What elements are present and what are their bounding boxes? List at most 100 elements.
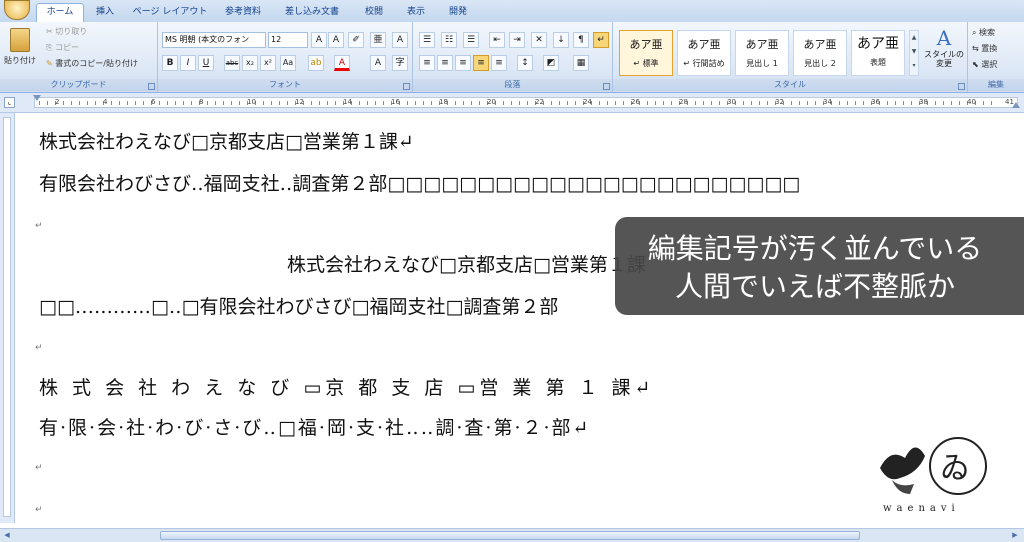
tab-home[interactable]: ホーム [36, 3, 84, 22]
char-border-icon[interactable]: A [392, 32, 408, 48]
paste-icon[interactable] [10, 28, 30, 52]
char-shading-icon[interactable]: A [370, 55, 386, 71]
editing-group: ⌕ 検索 ⇆ 置換 ⬉ 選択 編集 [968, 22, 1024, 92]
sort-icon[interactable]: ↓ [553, 32, 569, 48]
ruler-tick [167, 101, 168, 105]
asian-layout-icon[interactable]: ✕ [531, 32, 547, 48]
italic-icon[interactable]: I [180, 55, 196, 71]
select-button[interactable]: ⬉ 選択 [972, 58, 997, 71]
increase-indent-icon[interactable]: ⇥ [509, 32, 525, 48]
show-marks-active-icon[interactable]: ↵ [593, 32, 609, 48]
copy-button[interactable]: ⎘ コピー [46, 41, 79, 54]
shading-icon[interactable]: ◩ [543, 55, 559, 71]
decrease-indent-icon[interactable]: ⇤ [489, 32, 505, 48]
strikethrough-icon[interactable]: abc [224, 55, 240, 71]
tab-references[interactable]: 参考資料 [218, 4, 268, 22]
bullets-icon[interactable]: ☰ [419, 32, 435, 48]
doc-line-3[interactable]: ↵ [35, 221, 43, 231]
phonetic-guide-icon[interactable]: 亜 [370, 32, 386, 48]
horizontal-scrollbar[interactable]: ◀ ▶ [0, 528, 1024, 542]
ruler-tick [471, 101, 472, 105]
scroll-left-icon[interactable]: ◀ [2, 530, 12, 540]
numbering-icon[interactable]: ☷ [441, 32, 457, 48]
style-name: 見出し 2 [804, 59, 836, 68]
ruler-tick [991, 101, 992, 105]
justify-icon[interactable]: ≡ [473, 55, 489, 71]
ruler-tick [183, 101, 184, 105]
tab-developer[interactable]: 開発 [440, 4, 476, 22]
scroll-thumb[interactable] [160, 531, 860, 540]
style-title[interactable]: あア亜 表題 [851, 30, 905, 76]
style-normal[interactable]: あア亜 ↵ 標準 [619, 30, 673, 76]
ruler-tick [135, 101, 136, 105]
ruler-tick [863, 101, 864, 105]
change-styles-button[interactable]: A スタイルの変更 [923, 26, 965, 76]
superscript-icon[interactable]: x² [260, 55, 276, 71]
highlight-icon[interactable]: ab [308, 55, 324, 71]
horizontal-ruler[interactable]: ⌞ 2 4 6 8 10 12 14 16 18 20 22 24 26 28 30 32 34 36 38 40 41 [0, 93, 1024, 113]
tab-mailings[interactable]: 差し込み文書 [280, 4, 344, 22]
style-heading-1[interactable]: あア亜 見出し 1 [735, 30, 789, 76]
doc-line-5[interactable]: □□‥‥‥‥‥‥□‥□有限会社わびさび□福岡支社□調査第２部 [39, 292, 558, 319]
ruler-tick [743, 101, 744, 105]
shrink-font-icon[interactable]: A [328, 32, 344, 48]
align-left-icon[interactable]: ≡ [419, 55, 435, 71]
scroll-right-icon[interactable]: ▶ [1010, 530, 1020, 540]
ruler-tick [575, 101, 576, 105]
office-button[interactable] [4, 0, 30, 20]
bold-icon[interactable]: B [162, 55, 178, 71]
binoculars-icon: ⌕ [972, 28, 977, 37]
multilevel-list-icon[interactable]: ☰ [463, 32, 479, 48]
enclose-char-icon[interactable]: 字 [392, 55, 408, 71]
style-preview: あア亜 [687, 38, 721, 51]
change-case-icon[interactable]: Aa [280, 55, 296, 71]
styles-scroll[interactable]: ▲ ▼ ▾ [909, 30, 919, 76]
font-color-icon[interactable]: A [334, 55, 350, 71]
tab-selector[interactable]: ⌞ [4, 97, 15, 108]
ruler-tick [407, 101, 408, 105]
ruler-tick [319, 101, 320, 105]
show-hide-marks-icon[interactable]: ¶ [573, 32, 589, 48]
grow-font-icon[interactable]: A [311, 32, 327, 48]
find-button[interactable]: ⌕ 検索 [972, 26, 995, 39]
doc-line-10[interactable]: ↵ [35, 505, 43, 515]
replace-button[interactable]: ⇆ 置換 [972, 42, 997, 55]
align-right-icon[interactable]: ≡ [455, 55, 471, 71]
underline-icon[interactable]: U [198, 55, 214, 71]
line-spacing-icon[interactable]: ↕ [517, 55, 533, 71]
vertical-ruler[interactable] [0, 113, 15, 523]
distributed-icon[interactable]: ≡ [491, 55, 507, 71]
clipboard-launcher[interactable] [148, 83, 155, 90]
doc-line-6[interactable]: ↵ [35, 343, 43, 353]
doc-line-4[interactable]: 株式会社わえなび□京都支店□営業第１課 [287, 250, 646, 277]
align-center-icon[interactable]: ≡ [437, 55, 453, 71]
clear-format-icon[interactable]: ✐ [348, 32, 364, 48]
font-size-combo[interactable]: 12 [268, 32, 308, 48]
doc-line-8[interactable]: 有·限·会·社·わ·び·さ·び‥□福·岡·支·社‥‥調·査·第·２·部↵ [39, 413, 590, 440]
tab-review[interactable]: 校閲 [356, 4, 392, 22]
styles-launcher[interactable] [958, 83, 965, 90]
paste-button[interactable]: 貼り付け [4, 54, 36, 67]
right-indent-marker[interactable] [1012, 102, 1020, 108]
font-name-combo[interactable]: MS 明朝 (本文のフォン [162, 32, 266, 48]
cut-button[interactable]: ✂ 切り取り [46, 25, 87, 38]
doc-line-9[interactable]: ↵ [35, 463, 43, 473]
doc-line-1[interactable]: 株式会社わえなび□京都支店□営業第１課↵ [39, 127, 414, 154]
borders-icon[interactable]: ▦ [573, 55, 589, 71]
tab-view[interactable]: 表示 [398, 4, 434, 22]
font-launcher[interactable] [403, 83, 410, 90]
doc-line-7[interactable]: 株 式 会 社 わ え な び ▭京 都 支 店 ▭営 業 第 １ 課↵ [39, 373, 654, 400]
ruler-tick [807, 101, 808, 105]
paragraph-launcher[interactable] [603, 83, 610, 90]
ruler-number: 30 [727, 98, 736, 106]
tab-insert[interactable]: 挿入 [90, 4, 120, 22]
tab-page-layout[interactable]: ページ レイアウト [130, 4, 210, 22]
style-no-spacing[interactable]: あア亜 ↵ 行間詰め [677, 30, 731, 76]
doc-line-2[interactable]: 有限会社わびさび‥福岡支社‥調査第２部□□□□□□□□□□□□□□□□□□□□□… [39, 169, 800, 196]
style-name: 表題 [870, 58, 886, 67]
format-painter-button[interactable]: ✎ 書式のコピー/貼り付け [46, 57, 138, 70]
style-heading-2[interactable]: あア亜 見出し 2 [793, 30, 847, 76]
indent-marker[interactable] [33, 95, 41, 101]
ruler-tick [615, 101, 616, 105]
subscript-icon[interactable]: x₂ [242, 55, 258, 71]
